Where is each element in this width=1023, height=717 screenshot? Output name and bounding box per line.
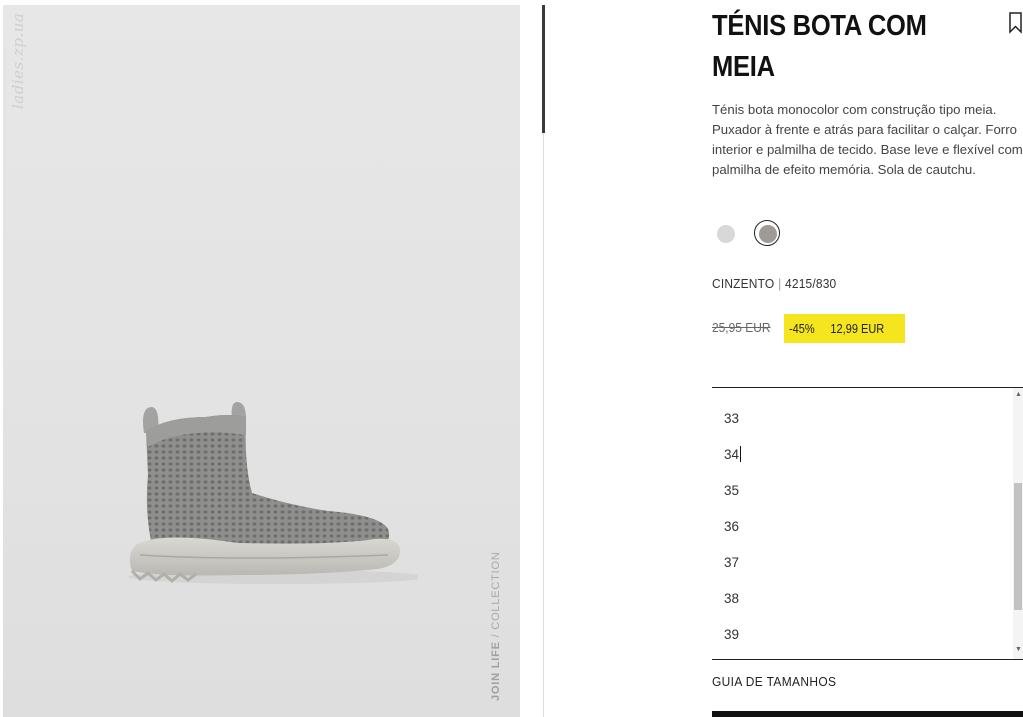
- watermark-text: ladies.zp.ua: [9, 13, 27, 110]
- color-and-reference: CINZENTO | 4215/830: [712, 276, 836, 291]
- product-title: TÉNIS BOTA COM MEIA: [712, 10, 927, 83]
- size-option[interactable]: 37: [724, 554, 1004, 590]
- size-guide-link[interactable]: GUIA DE TAMANHOS: [712, 674, 836, 689]
- product-image[interactable]: ladies.zp.ua JOIN LIFE / COLLECTION: [3, 5, 520, 717]
- add-to-cart-button[interactable]: [712, 711, 1023, 717]
- sale-price-badge: -45% 12,99 EUR: [784, 314, 905, 343]
- color-name: CINZENTO: [712, 276, 775, 291]
- separator: |: [778, 276, 782, 291]
- size-option[interactable]: 33: [724, 410, 1004, 446]
- color-swatch-light-grey[interactable]: [717, 225, 735, 243]
- size-option[interactable]: 35: [724, 482, 1004, 518]
- bookmark-icon[interactable]: [1008, 12, 1023, 34]
- join-life-tag: JOIN LIFE / COLLECTION: [490, 551, 502, 701]
- size-list-scroll-thumb[interactable]: [1014, 483, 1022, 610]
- size-option[interactable]: 38: [724, 590, 1004, 626]
- product-description: Ténis bota monocolor com construção tipo…: [712, 102, 1023, 177]
- size-option[interactable]: 36: [724, 518, 1004, 554]
- size-list[interactable]: 33 34 35 36 37 38 39: [712, 387, 1023, 660]
- gallery-scroll-thumb[interactable]: [542, 5, 545, 133]
- sale-price: 12,99 EUR: [830, 321, 885, 336]
- color-swatch-grey[interactable]: [758, 224, 777, 243]
- text-cursor: [740, 446, 742, 462]
- scroll-down-arrow-icon[interactable]: ▼: [1015, 646, 1022, 653]
- size-option[interactable]: 39: [724, 626, 1004, 659]
- original-price: 25,95 EUR: [712, 320, 771, 335]
- product-reference: 4215/830: [785, 276, 837, 291]
- discount-percent: -45%: [789, 321, 815, 336]
- sock-sneaker-illustration: [128, 401, 418, 584]
- size-option[interactable]: 34: [724, 446, 1004, 482]
- scroll-up-arrow-icon[interactable]: ▲: [1015, 391, 1022, 398]
